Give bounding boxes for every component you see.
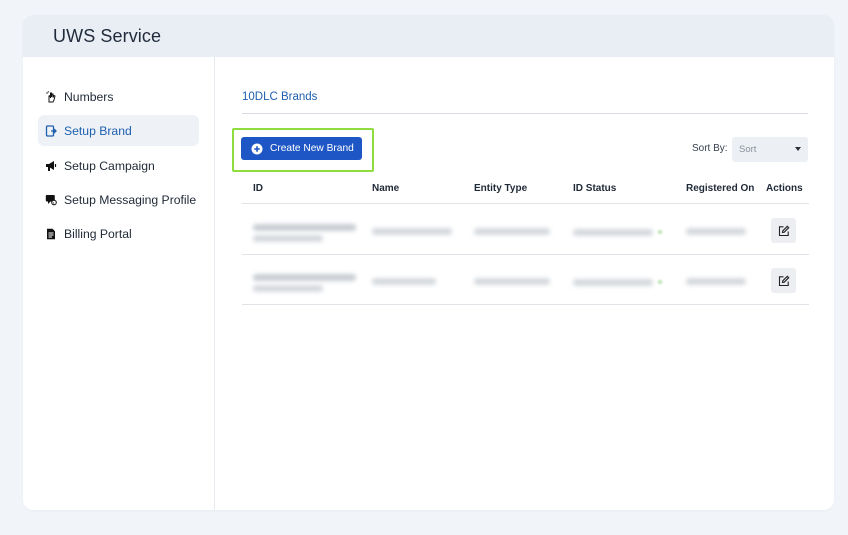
sidebar-item-label: Setup Campaign [64,158,155,173]
status-indicator [658,230,662,234]
plus-circle-icon [251,143,263,155]
column-header-name: Name [372,183,400,194]
sort-select[interactable]: Sort [732,137,808,162]
sort-label: Sort By: [692,143,728,154]
table-row-divider [242,304,809,305]
column-header-id: ID [253,183,263,194]
app-title: UWS Service [53,26,162,46]
tab-10dlc-brands[interactable]: 10DLC Brands [242,91,317,103]
sort-select-value: Sort [739,144,757,155]
sidebar-item-label: Setup Messaging Profile [64,192,197,207]
sidebar-item-numbers[interactable]: Numbers [38,81,199,112]
column-header-registered-on: Registered On [686,183,755,194]
table-row-divider [242,254,809,255]
redacted-id-status [573,279,653,286]
redacted-registered-on [686,228,746,235]
document-icon [45,228,57,240]
megaphone-icon [45,160,57,172]
sidebar-item-setup-brand[interactable]: Setup Brand [38,115,199,146]
edit-button[interactable] [771,218,796,243]
redacted-id-line [253,235,323,242]
redacted-id [253,224,356,231]
redacted-name [372,278,436,285]
column-header-entity-type: Entity Type [474,183,528,194]
sidebar-item-billing-portal[interactable]: Billing Portal [38,218,199,249]
redacted-name [372,228,452,235]
sidebar: Numbers Setup Brand Setup Campaign Setup… [23,57,215,510]
redacted-id-status [573,229,653,236]
status-indicator [658,280,662,284]
column-header-actions: Actions [766,183,803,194]
redacted-entity-type [474,228,550,235]
brand-icon [45,124,57,137]
sidebar-item-label: Setup Brand [64,123,132,138]
tab-divider [242,113,808,114]
hand-icon [45,90,57,103]
edit-button[interactable] [771,268,796,293]
create-new-brand-button[interactable]: Create New Brand [241,137,362,160]
message-profile-icon [45,194,57,206]
edit-icon [778,225,789,236]
redacted-id [253,274,356,281]
redacted-registered-on [686,278,746,285]
app-window: UWS Service Numbers Setup Brand Setup Ca… [23,15,834,510]
table-header-divider [242,203,809,204]
sidebar-item-setup-campaign[interactable]: Setup Campaign [38,150,199,181]
sidebar-item-label: Billing Portal [64,226,132,241]
sidebar-item-setup-messaging-profile[interactable]: Setup Messaging Profile [38,184,199,215]
main-content: 10DLC Brands Create New Brand Sort By: S… [216,57,834,510]
column-header-id-status: ID Status [573,183,617,194]
caret-down-icon [795,147,801,151]
edit-icon [778,275,789,286]
redacted-entity-type [474,278,550,285]
sidebar-item-label: Numbers [64,89,114,104]
app-header: UWS Service [23,15,834,57]
create-button-label: Create New Brand [270,143,354,154]
redacted-id-line [253,285,323,292]
